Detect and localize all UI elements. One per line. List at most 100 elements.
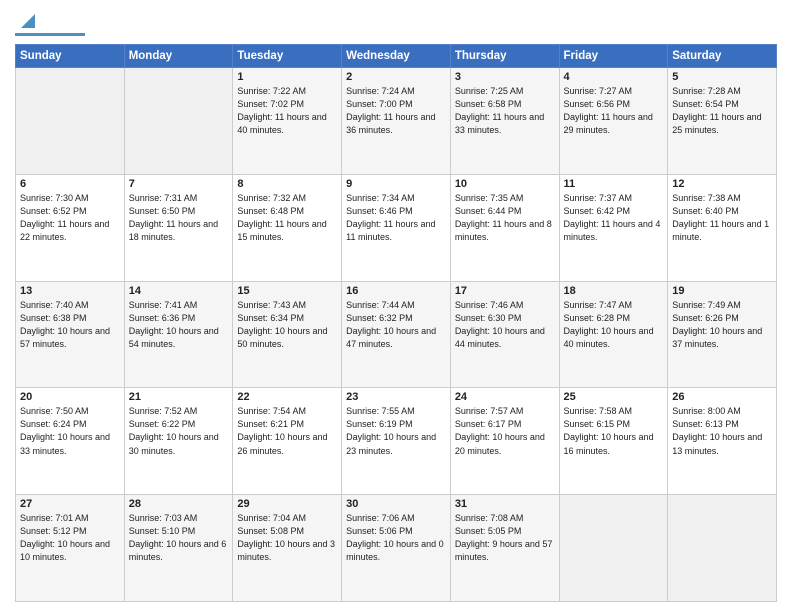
calendar-cell: 28 Sunrise: 7:03 AM Sunset: 5:10 PM Dayli…	[124, 495, 233, 602]
logo-underline	[15, 33, 85, 36]
weekday-header: Monday	[124, 45, 233, 68]
day-number: 19	[672, 285, 772, 297]
day-info: Sunrise: 7:25 AM Sunset: 6:58 PM Dayligh…	[455, 85, 555, 137]
day-info: Sunrise: 7:52 AM Sunset: 6:22 PM Dayligh…	[129, 405, 229, 457]
day-number: 13	[20, 285, 120, 297]
calendar-cell: 23 Sunrise: 7:55 AM Sunset: 6:19 PM Dayli…	[342, 388, 451, 495]
page: SundayMondayTuesdayWednesdayThursdayFrid…	[0, 0, 792, 612]
calendar-cell: 8 Sunrise: 7:32 AM Sunset: 6:48 PM Daylig…	[233, 174, 342, 281]
day-number: 20	[20, 391, 120, 403]
calendar-cell: 18 Sunrise: 7:47 AM Sunset: 6:28 PM Dayli…	[559, 281, 668, 388]
day-info: Sunrise: 7:47 AM Sunset: 6:28 PM Dayligh…	[564, 299, 664, 351]
day-number: 2	[346, 71, 446, 83]
calendar-cell: 17 Sunrise: 7:46 AM Sunset: 6:30 PM Dayli…	[450, 281, 559, 388]
day-info: Sunrise: 7:38 AM Sunset: 6:40 PM Dayligh…	[672, 192, 772, 244]
weekday-row: SundayMondayTuesdayWednesdayThursdayFrid…	[16, 45, 777, 68]
day-number: 6	[20, 178, 120, 190]
day-number: 8	[237, 178, 337, 190]
day-number: 22	[237, 391, 337, 403]
calendar-cell	[668, 495, 777, 602]
day-info: Sunrise: 7:43 AM Sunset: 6:34 PM Dayligh…	[237, 299, 337, 351]
weekday-header: Thursday	[450, 45, 559, 68]
day-number: 25	[564, 391, 664, 403]
calendar-cell	[559, 495, 668, 602]
day-info: Sunrise: 7:37 AM Sunset: 6:42 PM Dayligh…	[564, 192, 664, 244]
day-info: Sunrise: 7:31 AM Sunset: 6:50 PM Dayligh…	[129, 192, 229, 244]
day-info: Sunrise: 7:34 AM Sunset: 6:46 PM Dayligh…	[346, 192, 446, 244]
day-info: Sunrise: 7:32 AM Sunset: 6:48 PM Dayligh…	[237, 192, 337, 244]
day-number: 18	[564, 285, 664, 297]
weekday-header: Friday	[559, 45, 668, 68]
day-number: 10	[455, 178, 555, 190]
day-number: 9	[346, 178, 446, 190]
day-number: 5	[672, 71, 772, 83]
day-number: 23	[346, 391, 446, 403]
calendar-cell: 30Sunrise: 7:06 AM Sunset: 5:06 PM Dayli…	[342, 495, 451, 602]
calendar-table: SundayMondayTuesdayWednesdayThursdayFrid…	[15, 44, 777, 602]
day-info: Sunrise: 7:08 AM Sunset: 5:05 PM Dayligh…	[455, 512, 555, 564]
calendar-cell: 31 Sunrise: 7:08 AM Sunset: 5:05 PM Dayli…	[450, 495, 559, 602]
calendar-body: 1Sunrise: 7:22 AM Sunset: 7:02 PM Daylig…	[16, 68, 777, 602]
calendar-cell: 26 Sunrise: 8:00 AM Sunset: 6:13 PM Dayli…	[668, 388, 777, 495]
day-info: Sunrise: 7:44 AM Sunset: 6:32 PM Dayligh…	[346, 299, 446, 351]
weekday-header: Wednesday	[342, 45, 451, 68]
weekday-header: Tuesday	[233, 45, 342, 68]
calendar-cell: 20Sunrise: 7:50 AM Sunset: 6:24 PM Dayli…	[16, 388, 125, 495]
day-info: Sunrise: 7:35 AM Sunset: 6:44 PM Dayligh…	[455, 192, 555, 244]
day-info: Sunrise: 7:27 AM Sunset: 6:56 PM Dayligh…	[564, 85, 664, 137]
calendar-cell: 11 Sunrise: 7:37 AM Sunset: 6:42 PM Dayli…	[559, 174, 668, 281]
day-number: 28	[129, 498, 229, 510]
calendar-week-row: 13Sunrise: 7:40 AM Sunset: 6:38 PM Dayli…	[16, 281, 777, 388]
day-info: Sunrise: 7:30 AM Sunset: 6:52 PM Dayligh…	[20, 192, 120, 244]
weekday-header: Sunday	[16, 45, 125, 68]
calendar-cell: 6 Sunrise: 7:30 AM Sunset: 6:52 PM Daylig…	[16, 174, 125, 281]
calendar-cell: 24 Sunrise: 7:57 AM Sunset: 6:17 PM Dayli…	[450, 388, 559, 495]
calendar-week-row: 20Sunrise: 7:50 AM Sunset: 6:24 PM Dayli…	[16, 388, 777, 495]
calendar-week-row: 1Sunrise: 7:22 AM Sunset: 7:02 PM Daylig…	[16, 68, 777, 175]
day-number: 15	[237, 285, 337, 297]
logo	[15, 10, 85, 36]
calendar-cell: 2 Sunrise: 7:24 AM Sunset: 7:00 PM Daylig…	[342, 68, 451, 175]
weekday-header: Saturday	[668, 45, 777, 68]
calendar-cell	[124, 68, 233, 175]
logo-icon	[17, 10, 39, 32]
day-info: Sunrise: 7:58 AM Sunset: 6:15 PM Dayligh…	[564, 405, 664, 457]
calendar-cell: 9 Sunrise: 7:34 AM Sunset: 6:46 PM Daylig…	[342, 174, 451, 281]
calendar-cell: 7 Sunrise: 7:31 AM Sunset: 6:50 PM Daylig…	[124, 174, 233, 281]
calendar-week-row: 27Sunrise: 7:01 AM Sunset: 5:12 PM Dayli…	[16, 495, 777, 602]
calendar-cell: 3Sunrise: 7:25 AM Sunset: 6:58 PM Daylig…	[450, 68, 559, 175]
day-info: Sunrise: 8:00 AM Sunset: 6:13 PM Dayligh…	[672, 405, 772, 457]
calendar-cell: 13Sunrise: 7:40 AM Sunset: 6:38 PM Dayli…	[16, 281, 125, 388]
day-info: Sunrise: 7:03 AM Sunset: 5:10 PM Dayligh…	[129, 512, 229, 564]
day-number: 21	[129, 391, 229, 403]
header	[15, 10, 777, 36]
day-number: 14	[129, 285, 229, 297]
day-number: 26	[672, 391, 772, 403]
day-info: Sunrise: 7:22 AM Sunset: 7:02 PM Dayligh…	[237, 85, 337, 137]
calendar-cell: 21 Sunrise: 7:52 AM Sunset: 6:22 PM Dayli…	[124, 388, 233, 495]
day-info: Sunrise: 7:24 AM Sunset: 7:00 PM Dayligh…	[346, 85, 446, 137]
calendar-cell: 16Sunrise: 7:44 AM Sunset: 6:32 PM Dayli…	[342, 281, 451, 388]
day-number: 7	[129, 178, 229, 190]
day-info: Sunrise: 7:04 AM Sunset: 5:08 PM Dayligh…	[237, 512, 337, 564]
calendar-cell: 1Sunrise: 7:22 AM Sunset: 7:02 PM Daylig…	[233, 68, 342, 175]
day-number: 30	[346, 498, 446, 510]
day-number: 24	[455, 391, 555, 403]
calendar-cell: 27Sunrise: 7:01 AM Sunset: 5:12 PM Dayli…	[16, 495, 125, 602]
day-number: 17	[455, 285, 555, 297]
calendar-week-row: 6 Sunrise: 7:30 AM Sunset: 6:52 PM Daylig…	[16, 174, 777, 281]
day-info: Sunrise: 7:54 AM Sunset: 6:21 PM Dayligh…	[237, 405, 337, 457]
day-info: Sunrise: 7:41 AM Sunset: 6:36 PM Dayligh…	[129, 299, 229, 351]
day-info: Sunrise: 7:28 AM Sunset: 6:54 PM Dayligh…	[672, 85, 772, 137]
calendar-cell: 5 Sunrise: 7:28 AM Sunset: 6:54 PM Daylig…	[668, 68, 777, 175]
day-info: Sunrise: 7:49 AM Sunset: 6:26 PM Dayligh…	[672, 299, 772, 351]
day-number: 11	[564, 178, 664, 190]
day-info: Sunrise: 7:46 AM Sunset: 6:30 PM Dayligh…	[455, 299, 555, 351]
day-info: Sunrise: 7:57 AM Sunset: 6:17 PM Dayligh…	[455, 405, 555, 457]
day-info: Sunrise: 7:01 AM Sunset: 5:12 PM Dayligh…	[20, 512, 120, 564]
calendar-header: SundayMondayTuesdayWednesdayThursdayFrid…	[16, 45, 777, 68]
day-info: Sunrise: 7:55 AM Sunset: 6:19 PM Dayligh…	[346, 405, 446, 457]
calendar-cell: 15 Sunrise: 7:43 AM Sunset: 6:34 PM Dayli…	[233, 281, 342, 388]
day-number: 31	[455, 498, 555, 510]
calendar-cell: 19 Sunrise: 7:49 AM Sunset: 6:26 PM Dayli…	[668, 281, 777, 388]
